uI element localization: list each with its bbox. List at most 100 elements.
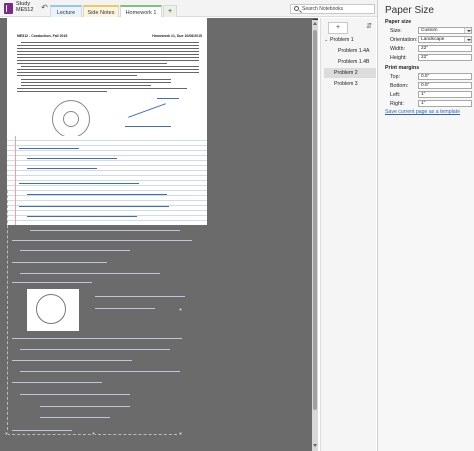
handwritten-ink: [40, 417, 110, 418]
page-item-problem-1[interactable]: ⌄ Problem 1: [324, 35, 376, 45]
handwritten-ink: [128, 103, 166, 118]
page-item-label: Problem 1: [330, 37, 354, 43]
onenote-window: Study ME512 ↶ Lecture Side Notes Homewor…: [0, 0, 474, 451]
resize-handle[interactable]: [179, 432, 182, 435]
scroll-down-icon[interactable]: [313, 444, 317, 447]
handwritten-ink: [27, 158, 117, 159]
handwritten-ink: [12, 338, 182, 339]
embedded-figure-circle: [36, 294, 66, 324]
document-text-line: [17, 48, 199, 50]
handwritten-ink: [20, 394, 130, 395]
height-label: Height:: [390, 55, 407, 61]
document-text-line: [21, 82, 171, 84]
handwritten-ink: [20, 371, 180, 372]
bottom-margin-label: Bottom:: [390, 83, 409, 89]
handwritten-ink: [12, 262, 107, 263]
width-label: Width:: [390, 46, 406, 52]
handwritten-ink: [20, 349, 170, 350]
document-text-line: [21, 42, 199, 44]
handwritten-ink: [27, 194, 167, 195]
resize-handle[interactable]: [92, 432, 95, 435]
print-margins-section-heading: Print margins: [385, 65, 420, 71]
right-margin-label: Right:: [390, 101, 404, 107]
page-item-problem-1-4b[interactable]: Problem 1.4B: [324, 57, 376, 67]
page-item-problem-1-4a[interactable]: Problem 1.4A: [324, 46, 376, 56]
document-text-line: [17, 69, 199, 71]
size-label: Size:: [390, 28, 402, 34]
notebook-icon[interactable]: [4, 3, 13, 14]
section-tab-side-notes[interactable]: Side Notes: [83, 5, 119, 17]
handwritten-ink: [30, 230, 180, 231]
handwritten-ink: [27, 168, 97, 169]
resize-handle[interactable]: [179, 308, 182, 311]
handwritten-ink: [27, 216, 137, 217]
scroll-up-icon[interactable]: [313, 22, 317, 25]
orientation-value: Landscape: [421, 37, 445, 42]
top-margin-field[interactable]: 0.5": [418, 73, 472, 80]
handwritten-ink: [12, 360, 132, 361]
scrollbar-thumb[interactable]: [313, 30, 317, 410]
page-canvas[interactable]: ME512 - Conduction, Fall 2015 Homework #…: [0, 18, 318, 451]
pane-title: Paper Size: [385, 5, 434, 16]
back-arrow-icon[interactable]: ↶: [39, 3, 50, 13]
width-field[interactable]: 22": [418, 45, 472, 52]
height-field[interactable]: 22": [418, 54, 472, 61]
paper-size-section-heading: Paper size: [385, 19, 412, 25]
section-tab-homework-1[interactable]: Homework 1: [120, 5, 162, 17]
document-text-line: [21, 79, 171, 81]
document-header: ME512 - Conduction, Fall 2015 Homework #…: [17, 34, 202, 38]
chevron-down-icon[interactable]: [464, 28, 471, 33]
handwritten-ink: [19, 183, 139, 184]
document-text-line: [17, 88, 187, 90]
notebook-subname: ME512: [16, 7, 34, 13]
handwritten-ink: [19, 148, 79, 149]
document-text-line: [17, 75, 137, 77]
document-course-title: ME512 - Conduction, Fall 2015: [17, 34, 68, 38]
document-text-line: [17, 60, 199, 62]
handwritten-ink: [12, 240, 192, 241]
left-margin-field[interactable]: 1": [418, 91, 472, 98]
margin-line: [15, 136, 16, 225]
sort-icon[interactable]: ⇵: [365, 22, 373, 32]
handwritten-ink: [157, 98, 179, 99]
page-item-problem-2[interactable]: Problem 2: [324, 68, 376, 78]
document-text-line: [17, 45, 199, 47]
document-text-line: [17, 54, 199, 56]
handwritten-ink: [125, 126, 171, 127]
size-select[interactable]: Custom: [418, 27, 472, 34]
printed-document: ME512 - Conduction, Fall 2015 Homework #…: [7, 18, 207, 225]
handwritten-ink: [20, 250, 130, 251]
search-box[interactable]: [290, 4, 375, 14]
orientation-select[interactable]: Landscape: [418, 36, 472, 43]
handwritten-ink: [12, 430, 72, 431]
handwritten-ink: [95, 296, 185, 297]
right-margin-field[interactable]: 1": [418, 100, 472, 107]
chevron-down-icon[interactable]: [464, 37, 471, 42]
page-item-problem-3[interactable]: Problem 3: [324, 79, 376, 89]
bottom-margin-field[interactable]: 0.5": [418, 82, 472, 89]
document-text-line: [21, 66, 199, 68]
vertical-scrollbar[interactable]: [312, 20, 318, 451]
add-page-button[interactable]: +: [328, 22, 348, 34]
document-text-line: [21, 85, 151, 87]
search-input[interactable]: [302, 5, 372, 13]
document-text-line: [17, 57, 199, 59]
document-text-line: [17, 72, 199, 74]
resize-handle[interactable]: [5, 432, 8, 435]
section-tab-lecture[interactable]: Lecture: [50, 5, 82, 17]
notebook-switcher[interactable]: Study ME512: [16, 1, 33, 13]
left-margin-label: Left:: [390, 92, 401, 98]
add-section-button[interactable]: +: [163, 5, 177, 17]
orientation-label: Orientation:: [390, 37, 418, 43]
save-as-template-link[interactable]: Save current page as a template: [385, 109, 460, 115]
document-figure-inner: [63, 111, 79, 127]
handwritten-ink: [12, 282, 92, 283]
paper-size-pane: Paper Size Paper size Size: Custom Orien…: [377, 0, 474, 451]
handwritten-ink: [19, 206, 169, 207]
handwritten-ink: [20, 273, 160, 274]
pages-panel: + ⇵ ⌄ Problem 1 Problem 1.4A Problem 1.4B…: [320, 18, 376, 451]
document-text-line: [17, 63, 167, 65]
document-text-line: [17, 51, 199, 53]
selection-border-left: [7, 190, 8, 430]
document-text-line: [17, 91, 107, 93]
